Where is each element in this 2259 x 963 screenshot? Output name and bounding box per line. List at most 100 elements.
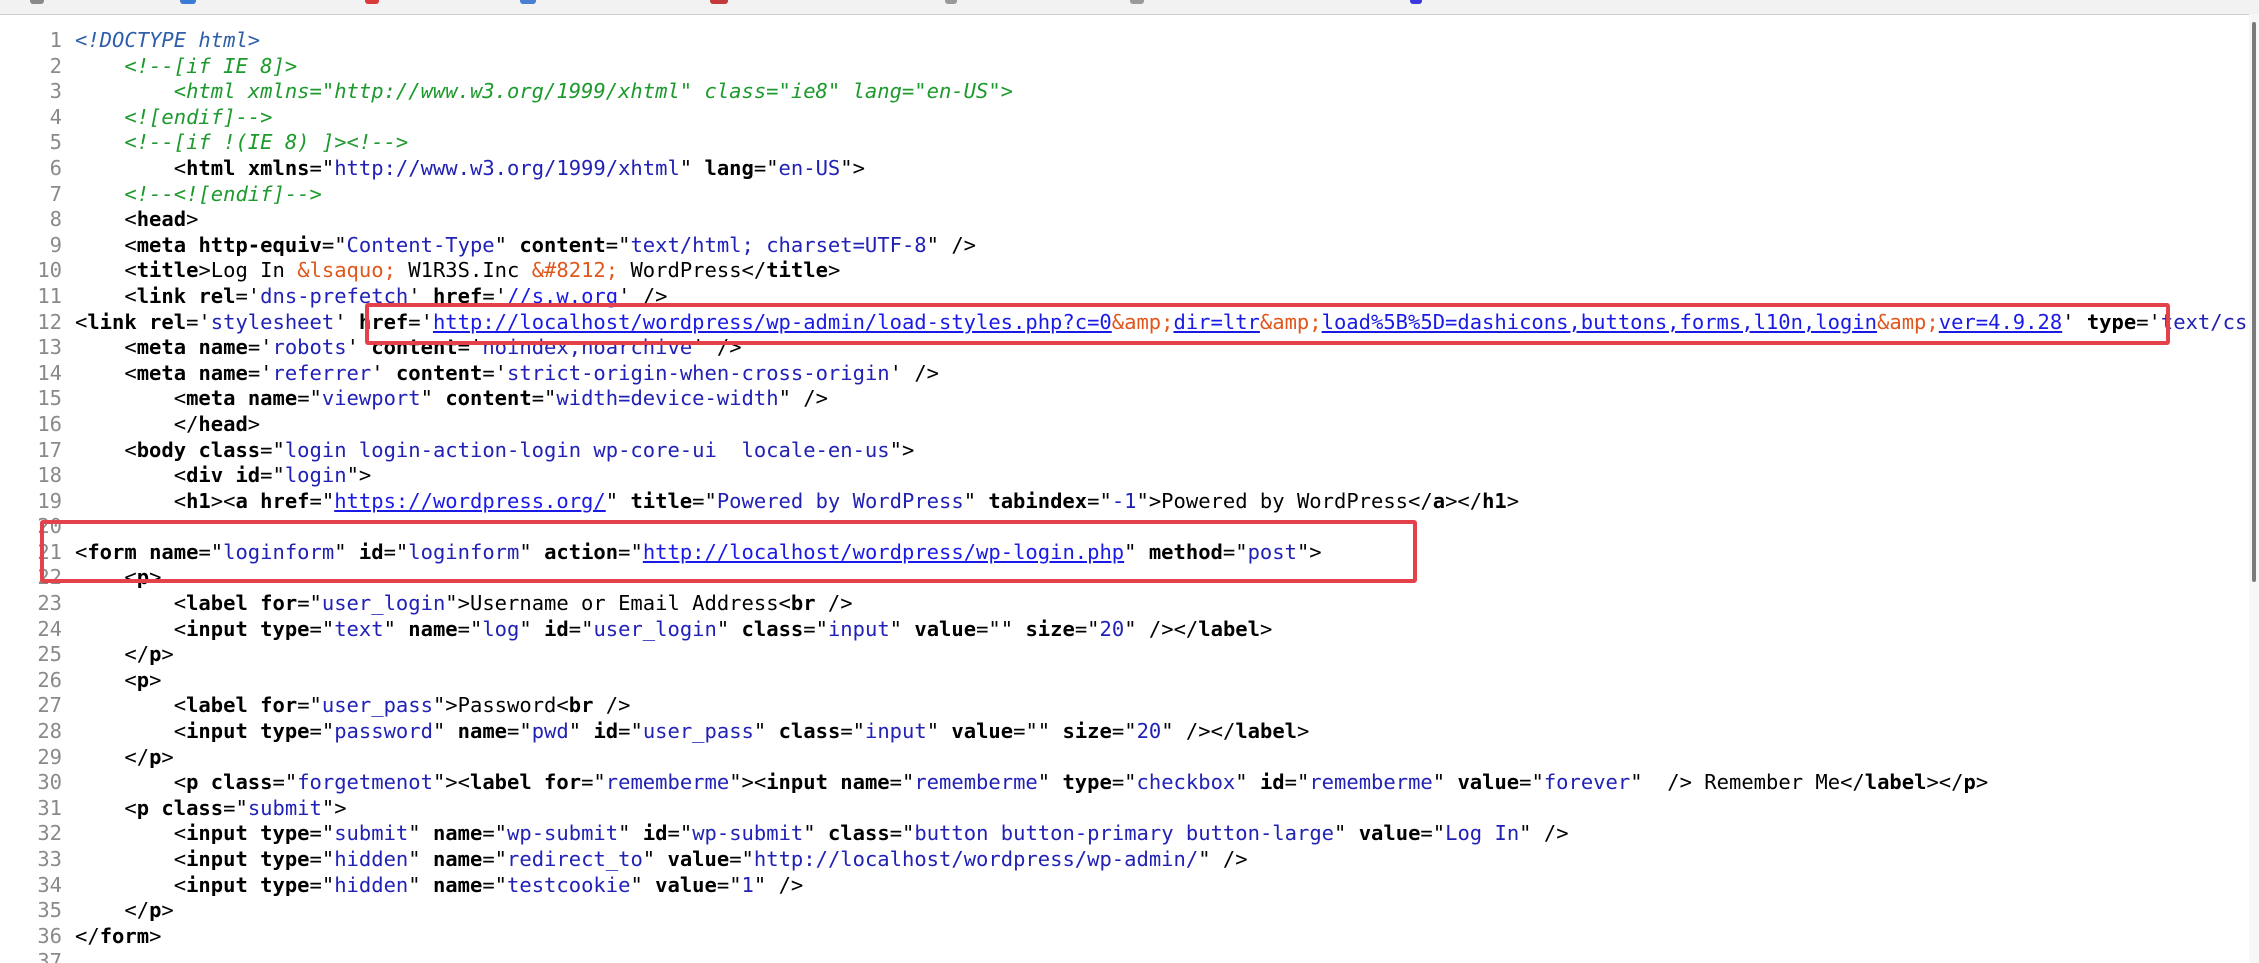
source-token: =" bbox=[383, 539, 409, 564]
browser-tab-strip bbox=[0, 0, 2259, 15]
source-token: =" bbox=[889, 770, 915, 795]
source-token: </ bbox=[75, 898, 150, 923]
source-link[interactable]: //s.w.org bbox=[507, 284, 618, 308]
source-token: < bbox=[75, 565, 137, 590]
line-number: 29 bbox=[37, 744, 62, 769]
source-token: " bbox=[408, 821, 433, 846]
source-token: ="" bbox=[1013, 719, 1063, 744]
source-token: lang bbox=[704, 155, 754, 180]
source-token: title bbox=[766, 258, 828, 283]
source-token: =" bbox=[803, 616, 828, 641]
source-token: =" bbox=[272, 770, 298, 795]
source-line: </p> bbox=[75, 898, 2259, 924]
source-token: =" bbox=[309, 155, 335, 180]
source-token: =" bbox=[1111, 719, 1137, 744]
source-token: 1 bbox=[741, 872, 754, 897]
vertical-scrollbar[interactable] bbox=[2249, 14, 2259, 963]
source-token: " /> bbox=[753, 872, 804, 897]
tab-fragment-icon bbox=[520, 0, 536, 4]
source-line: <!--[if IE 8]> bbox=[75, 54, 2259, 80]
source-token: user_login bbox=[321, 591, 446, 616]
tab-fragment-icon bbox=[710, 0, 728, 4]
tab-fragment-icon bbox=[945, 0, 957, 4]
source-link[interactable]: load%5B%5D=dashicons,buttons,forms,l10n,… bbox=[1322, 310, 1877, 334]
source-token: =' bbox=[482, 283, 508, 308]
source-token: name bbox=[247, 386, 298, 411]
source-token: " /> bbox=[1198, 847, 1248, 871]
source-token: < bbox=[75, 155, 187, 180]
source-token: rememberme bbox=[605, 770, 730, 795]
source-token: " bbox=[1334, 821, 1359, 846]
source-token: html bbox=[186, 155, 236, 180]
source-token: p bbox=[136, 795, 150, 820]
source-token: " /></ bbox=[1124, 616, 1199, 641]
source-token: =" bbox=[1519, 770, 1544, 795]
source-token: =" bbox=[753, 155, 779, 180]
source-link[interactable]: https://wordpress.org/ bbox=[334, 489, 606, 513]
scrollbar-thumb[interactable] bbox=[2252, 22, 2256, 582]
source-code[interactable]: <!DOCTYPE html> <!--[if IE 8]> <html xml… bbox=[75, 28, 2259, 963]
source-token: =" bbox=[729, 847, 754, 871]
source-token: post bbox=[1247, 539, 1297, 564]
source-link[interactable]: http://localhost/wordpress/wp-admin/load… bbox=[433, 310, 1112, 334]
source-token: viewport bbox=[321, 386, 421, 411]
line-number: 2 bbox=[49, 53, 62, 78]
source-token: =" bbox=[482, 821, 508, 846]
source-token: class bbox=[827, 821, 890, 846]
source-token: ' bbox=[346, 335, 372, 360]
source-token: id bbox=[642, 821, 668, 846]
source-line: <input type="password" name="pwd" id="us… bbox=[75, 719, 2259, 745]
source-token: label bbox=[469, 770, 532, 795]
source-token: method bbox=[1148, 539, 1223, 564]
source-token: > bbox=[161, 642, 174, 667]
source-token bbox=[248, 489, 260, 513]
source-token: " bbox=[753, 719, 779, 744]
source-line: <html xmlns="http://www.w3.org/1999/xhtm… bbox=[75, 79, 2259, 105]
source-token: > bbox=[161, 744, 174, 769]
source-token: =" bbox=[309, 488, 335, 513]
source-token: < bbox=[75, 488, 187, 513]
source-token: < bbox=[75, 386, 187, 411]
source-token: =" bbox=[716, 872, 742, 897]
source-token: =" bbox=[667, 821, 693, 846]
line-number: 10 bbox=[37, 258, 62, 283]
source-link[interactable]: ver=4.9.28 bbox=[1939, 310, 2062, 334]
source-token: =" bbox=[507, 719, 532, 744]
source-line: </head> bbox=[75, 412, 2259, 438]
source-token: > bbox=[186, 207, 199, 232]
source-token: text bbox=[334, 616, 384, 641]
source-token: < bbox=[75, 335, 137, 360]
source-token: id bbox=[1259, 770, 1285, 795]
source-token: > bbox=[1975, 770, 1989, 795]
line-number: 20 bbox=[37, 514, 62, 539]
line-number: 28 bbox=[37, 719, 62, 744]
source-link[interactable]: http://localhost/wordpress/wp-login.php bbox=[643, 540, 1124, 564]
source-token: loginform bbox=[223, 539, 335, 564]
source-token: " bbox=[630, 872, 656, 897]
source-token: =' bbox=[457, 335, 483, 360]
source-token: <html xmlns="http://www.w3.org/1999/xhtm… bbox=[173, 79, 1014, 104]
source-token: > bbox=[827, 258, 841, 283]
source-token: checkbox bbox=[1136, 770, 1236, 795]
source-token: 20 bbox=[1099, 616, 1125, 641]
source-token bbox=[186, 335, 198, 359]
source-line: <meta name="viewport" content="width=dev… bbox=[75, 386, 2259, 412]
source-token: " bbox=[383, 616, 409, 641]
source-token: " bbox=[494, 232, 520, 257]
source-token: href bbox=[358, 309, 409, 334]
source-token: " bbox=[963, 488, 989, 513]
source-token: < bbox=[75, 821, 187, 846]
source-token: " bbox=[716, 616, 742, 641]
source-token: " /> Remember Me</ bbox=[1630, 770, 1865, 795]
source-token: < bbox=[75, 770, 187, 795]
source-token: value bbox=[1358, 821, 1421, 846]
source-token: " bbox=[408, 847, 433, 871]
source-token: =' bbox=[482, 360, 508, 385]
source-token: ">Username or Email Address< bbox=[445, 591, 791, 616]
line-number: 16 bbox=[37, 411, 62, 436]
source-token: " /> bbox=[926, 232, 977, 257]
source-token: http-equiv bbox=[198, 232, 322, 257]
source-token: " bbox=[1037, 770, 1063, 795]
source-token: content bbox=[395, 360, 483, 385]
source-link[interactable]: dir=ltr bbox=[1173, 310, 1259, 334]
